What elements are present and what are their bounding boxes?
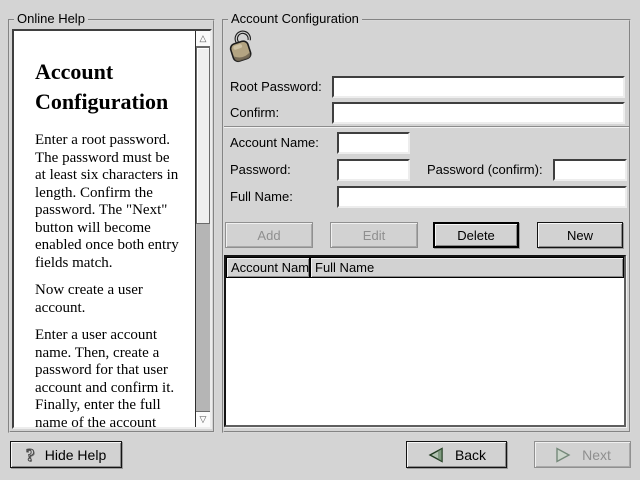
help-paragraph: Enter a root password. The password must…: [35, 132, 205, 272]
back-label: Back: [455, 447, 486, 463]
accounts-table: Account Name Full Name: [224, 255, 626, 427]
hide-help-label: Hide Help: [45, 447, 106, 463]
column-header-full-name[interactable]: Full Name: [310, 257, 624, 278]
help-paragraph: Enter a user account name. Then, create …: [35, 327, 205, 429]
up-arrow-icon: △: [200, 33, 207, 44]
account-configuration-frame-title: Account Configuration: [228, 12, 362, 26]
accounts-table-body[interactable]: [226, 278, 624, 425]
help-viewport: Account Configuration Enter a root passw…: [12, 29, 212, 429]
full-name-input[interactable]: [337, 186, 627, 208]
next-button[interactable]: Next: [534, 441, 631, 468]
next-label: Next: [582, 447, 611, 463]
installer-window: Online Help Account Configuration Enter …: [0, 0, 640, 480]
scrollbar-thumb[interactable]: [196, 47, 210, 224]
help-paragraph: Now create a user account.: [35, 282, 205, 317]
new-button[interactable]: New: [537, 222, 623, 248]
root-password-label: Root Password:: [230, 80, 322, 94]
scroll-up-button[interactable]: △: [196, 31, 210, 47]
section-separator: [224, 126, 629, 128]
password-confirm-input[interactable]: [553, 159, 627, 181]
account-name-label: Account Name:: [230, 136, 319, 150]
delete-button[interactable]: Delete: [433, 222, 519, 248]
user-password-input[interactable]: [337, 159, 410, 181]
scroll-down-button[interactable]: ▽: [196, 411, 210, 427]
user-password-label: Password:: [230, 163, 291, 177]
confirm-password-label: Confirm:: [230, 106, 279, 120]
root-password-input[interactable]: [332, 76, 625, 98]
lock-icon: [227, 29, 257, 64]
password-confirm-label: Password (confirm):: [427, 163, 543, 177]
column-header-account-name[interactable]: Account Name: [226, 257, 310, 278]
confirm-password-input[interactable]: [332, 102, 625, 124]
help-content: Account Configuration Enter a root passw…: [35, 57, 205, 429]
hide-help-button[interactable]: ? Hide Help: [10, 441, 122, 468]
back-button[interactable]: Back: [406, 441, 507, 468]
account-name-input[interactable]: [337, 132, 410, 154]
next-arrow-icon: [554, 447, 572, 463]
full-name-label: Full Name:: [230, 190, 293, 204]
edit-button[interactable]: Edit: [330, 222, 418, 248]
help-scrollbar[interactable]: △ ▽: [195, 31, 210, 427]
accounts-table-header: Account Name Full Name: [226, 257, 624, 278]
back-arrow-icon: [427, 447, 445, 463]
add-button[interactable]: Add: [225, 222, 313, 248]
help-heading: Account Configuration: [35, 57, 205, 117]
help-question-icon: ?: [26, 446, 35, 464]
down-arrow-icon: ▽: [200, 414, 207, 425]
online-help-frame-title: Online Help: [14, 12, 88, 26]
